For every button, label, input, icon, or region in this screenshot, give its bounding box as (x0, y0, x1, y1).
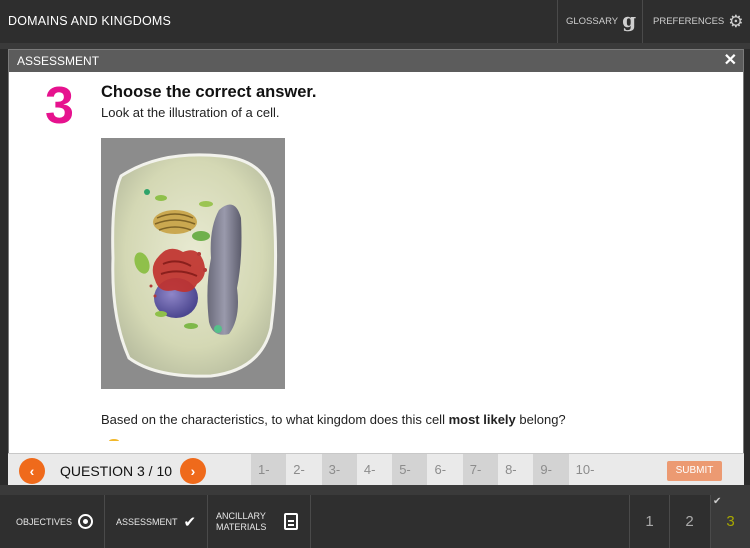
question-heading: Choose the correct answer. (101, 83, 317, 101)
app-title: DOMAINS AND KINGDOMS (8, 14, 172, 28)
modal-header: ASSESSMENT ✕ (9, 50, 743, 72)
top-bar: DOMAINS AND KINGDOMS GLOSSARY g PREFEREN… (0, 0, 750, 43)
glossary-label: GLOSSARY (566, 16, 619, 27)
question-prompt-start: Based on the characteristics, to what ki… (101, 412, 449, 427)
question-tab-2[interactable]: 2- (286, 454, 321, 486)
bottom-bar: OBJECTIVES ASSESSMENT ✔ ANCILLARY MATERI… (0, 495, 750, 548)
submit-button[interactable]: SUBMIT (667, 461, 722, 481)
question-prompt: Based on the characteristics, to what ki… (101, 412, 566, 427)
assessment-button[interactable]: ASSESSMENT ✔ (106, 495, 208, 548)
question-prompt-emphasis: most likely (448, 412, 516, 427)
previous-question-button[interactable]: ‹ (19, 458, 45, 484)
question-tab-1[interactable]: 1- (251, 454, 287, 486)
question-tabs: 1- 2- 3- 4- 5- 6- 7- 8- 9- 10- (251, 454, 604, 486)
question-tab-8[interactable]: 8- (498, 454, 533, 486)
question-tab-5[interactable]: 5- (392, 454, 428, 486)
close-icon[interactable]: ✕ (724, 50, 737, 72)
question-prompt-end: belong? (515, 412, 566, 427)
cell-illustration (101, 138, 285, 389)
gear-icon: ⚙ (728, 11, 744, 31)
question-number: 3 (45, 77, 74, 135)
objectives-label: OBJECTIVES (16, 516, 73, 527)
next-question-button[interactable]: › (180, 458, 206, 484)
checkmark-icon: ✔ (183, 513, 197, 531)
glossary-button[interactable]: GLOSSARY g (557, 0, 641, 43)
answer-option-edge[interactable] (109, 439, 119, 443)
question-tab-3[interactable]: 3- (321, 454, 357, 486)
background-strip-lower (0, 485, 750, 495)
assessment-label: ASSESSMENT (116, 516, 178, 527)
page-tab-2[interactable]: 2 (669, 495, 709, 548)
page-tab-1[interactable]: 1 (629, 495, 669, 548)
preferences-label: PREFERENCES (653, 16, 725, 27)
question-tab-10[interactable]: 10- (569, 454, 604, 486)
preferences-button[interactable]: PREFERENCES ⚙ (642, 0, 750, 43)
ancillary-materials-button[interactable]: ANCILLARY MATERIALS (208, 495, 311, 548)
glossary-g-icon: g (622, 7, 637, 32)
question-tab-9[interactable]: 9- (533, 454, 569, 486)
question-counter: QUESTION 3 / 10 (60, 463, 173, 479)
objectives-button[interactable]: OBJECTIVES (0, 495, 105, 548)
document-icon (284, 513, 298, 530)
target-icon (78, 514, 94, 529)
question-tab-7[interactable]: 7- (462, 454, 499, 486)
question-instruction: Look at the illustration of a cell. (101, 105, 280, 120)
question-nav-bar: ‹ QUESTION 3 / 10 › 1- 2- 3- 4- 5- 6- 7-… (8, 453, 744, 486)
ancillary-materials-label: ANCILLARY MATERIALS (216, 510, 267, 532)
question-tab-4[interactable]: 4- (357, 454, 392, 486)
page-complete-check-icon: ✔ (713, 496, 722, 507)
modal-title: ASSESSMENT (17, 54, 100, 68)
assessment-modal: ASSESSMENT ✕ 3 Choose the correct answer… (8, 49, 744, 485)
question-tab-6[interactable]: 6- (427, 454, 462, 486)
